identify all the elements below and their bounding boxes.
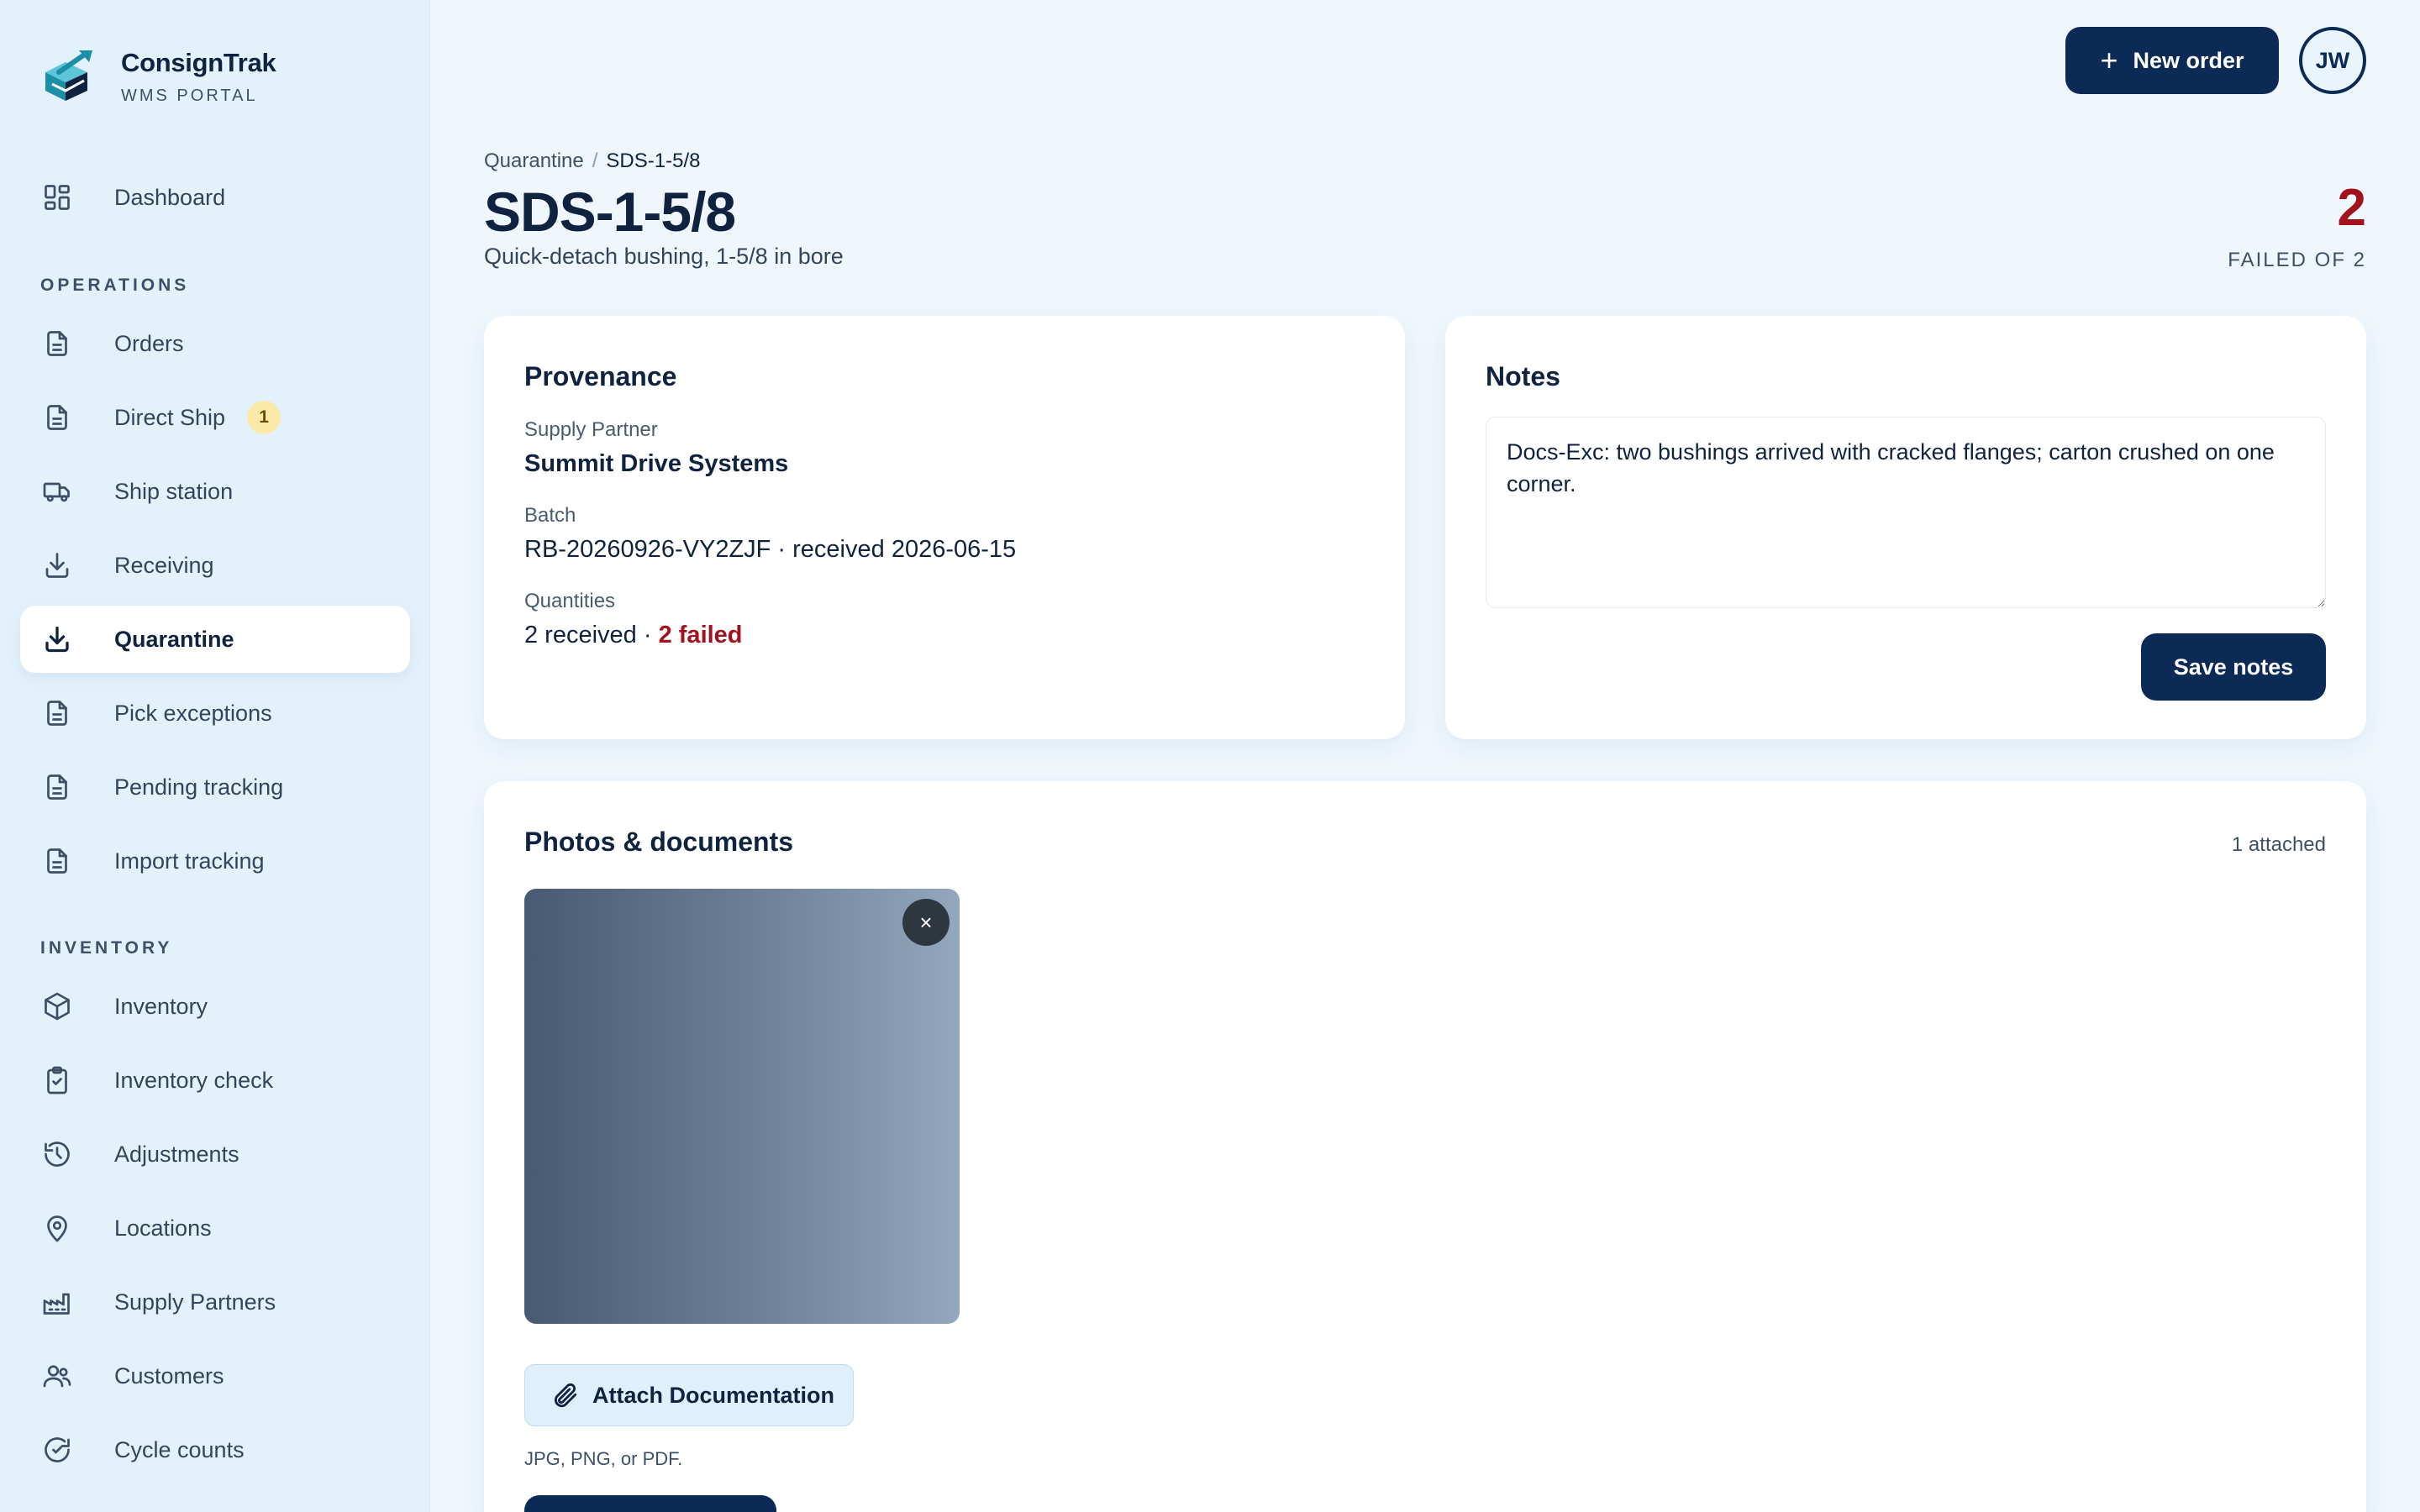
map-pin-icon: [40, 1211, 74, 1245]
brand-name: ConsignTrak: [121, 47, 276, 77]
failed-count: 2: [2337, 179, 2366, 237]
new-order-label: New order: [2133, 47, 2244, 73]
sidebar-item-label: Ship station: [114, 478, 234, 504]
batch-value: RB-20260926-VY2ZJF · received 2026-06-15: [524, 536, 1017, 563]
sidebar-item-cycle-counts[interactable]: Cycle counts: [20, 1416, 410, 1483]
sidebar: ConsignTrak WMS PORTAL Dashboard OPERATI…: [0, 0, 430, 1512]
sidebar-item-label: Pick exceptions: [114, 700, 272, 726]
sidebar-item-label: Receiving: [114, 552, 214, 578]
sidebar-item-inventory[interactable]: Inventory: [20, 973, 410, 1040]
batch-label: Batch: [524, 504, 576, 527]
users-icon: [40, 1359, 74, 1393]
attach-documentation-button[interactable]: Attach Documentation: [524, 1364, 854, 1426]
file-type-hint: JPG, PNG, or PDF.: [524, 1448, 683, 1469]
paperclip-icon: [554, 1383, 577, 1408]
document-icon: [40, 770, 74, 804]
supply-partner-value: Summit Drive Systems: [524, 450, 789, 477]
documents-card: Photos & documents 1 attached × Attach D…: [484, 781, 2366, 1512]
new-order-button[interactable]: + New order: [2065, 27, 2279, 94]
supply-partner-label: Supply Partner: [524, 418, 658, 441]
breadcrumb-current: SDS-1-5/8: [606, 150, 701, 172]
sidebar-item-pending-tracking[interactable]: Pending tracking: [20, 753, 410, 821]
quantities-value: 2 received · 2 failed: [524, 622, 743, 649]
cube-icon: [40, 990, 74, 1023]
sidebar-item-label: Cycle counts: [114, 1436, 245, 1462]
sidebar-item-label: Orders: [114, 330, 184, 356]
notes-card: Notes Docs-Exc: two bushings arrived wit…: [1445, 316, 2366, 739]
clipboard-check-icon: [40, 1063, 74, 1097]
breadcrumb: Quarantine / SDS-1-5/8: [484, 150, 700, 173]
sidebar-item-label: Customers: [114, 1362, 224, 1389]
sidebar-item-locations[interactable]: Locations: [20, 1194, 410, 1262]
brand-subtitle: WMS PORTAL: [121, 86, 258, 105]
sidebar-item-receiving[interactable]: Receiving: [20, 532, 410, 599]
sidebar-item-label: Quarantine: [114, 626, 234, 652]
sidebar-item-label: Direct Ship: [114, 404, 226, 430]
page-subtitle: Quick-detach bushing, 1-5/8 in bore: [484, 244, 844, 269]
quantities-label: Quantities: [524, 590, 616, 612]
sidebar-item-quarantine[interactable]: Quarantine: [20, 606, 410, 673]
quantity-separator: ·: [636, 622, 659, 648]
documents-title: Photos & documents: [524, 827, 794, 857]
user-avatar[interactable]: JW: [2299, 27, 2366, 94]
notes-textarea[interactable]: Docs-Exc: two bushings arrived with crac…: [1486, 417, 2326, 608]
sidebar-item-label: Locations: [114, 1215, 212, 1241]
breadcrumb-separator: /: [592, 150, 598, 172]
refresh-check-icon: [40, 1433, 74, 1467]
sidebar-item-adjustments[interactable]: Adjustments: [20, 1121, 410, 1188]
box-arrow-logo-icon: [45, 50, 92, 101]
sidebar-item-label: Supply Partners: [114, 1289, 276, 1315]
notes-title: Notes: [1486, 361, 1560, 391]
remove-attachment-button[interactable]: ×: [902, 899, 950, 946]
count-badge: 1: [247, 401, 281, 434]
sidebar-item-orders[interactable]: Orders: [20, 310, 410, 377]
history-icon: [40, 1137, 74, 1171]
sidebar-item-dashboard[interactable]: Dashboard: [20, 164, 410, 231]
save-notes-button[interactable]: Save notes: [2141, 633, 2326, 701]
provenance-card: Provenance Supply Partner Summit Drive S…: [484, 316, 1405, 739]
sidebar-item-direct-ship[interactable]: Direct Ship 1: [20, 384, 410, 451]
attachment-count: 1 attached: [2231, 833, 2326, 856]
factory-icon: [40, 1285, 74, 1319]
document-icon: [40, 844, 74, 878]
plus-icon: +: [2100, 43, 2118, 77]
failed-count-label: FAILED OF 2: [2228, 249, 2366, 271]
document-icon: [40, 401, 74, 434]
sidebar-item-label: Adjustments: [114, 1141, 239, 1167]
document-icon: [40, 696, 74, 730]
sidebar-item-pick-exceptions[interactable]: Pick exceptions: [20, 680, 410, 747]
sidebar-item-label: Inventory: [114, 993, 208, 1019]
attach-documentation-label: Attach Documentation: [592, 1382, 835, 1408]
download-icon: [40, 549, 74, 582]
download-icon: [40, 622, 74, 656]
sidebar-item-label: Dashboard: [114, 184, 226, 210]
nav-section-operations: OPERATIONS: [40, 276, 190, 295]
primary-action-button[interactable]: [524, 1495, 776, 1512]
page-title: SDS-1-5/8: [484, 181, 736, 243]
truck-icon: [40, 475, 74, 508]
sidebar-item-customers[interactable]: Customers: [20, 1342, 410, 1410]
sidebar-item-ship-station[interactable]: Ship station: [20, 458, 410, 525]
sidebar-item-label: Pending tracking: [114, 774, 284, 800]
sidebar-item-supply-partners[interactable]: Supply Partners: [20, 1268, 410, 1336]
grid-icon: [40, 181, 74, 214]
attachment-thumbnail[interactable]: ×: [524, 889, 960, 1324]
breadcrumb-parent-link[interactable]: Quarantine: [484, 150, 584, 172]
nav-section-inventory: INVENTORY: [40, 938, 173, 958]
brand[interactable]: ConsignTrak WMS PORTAL: [40, 47, 276, 106]
quantity-received: 2 received: [524, 622, 637, 648]
provenance-title: Provenance: [524, 361, 677, 391]
sidebar-item-inventory-check[interactable]: Inventory check: [20, 1047, 410, 1114]
sidebar-item-label: Inventory check: [114, 1067, 274, 1093]
sidebar-item-label: Import tracking: [114, 848, 265, 874]
quantity-failed: 2 failed: [658, 622, 743, 648]
sidebar-item-import-tracking[interactable]: Import tracking: [20, 827, 410, 895]
document-icon: [40, 327, 74, 360]
